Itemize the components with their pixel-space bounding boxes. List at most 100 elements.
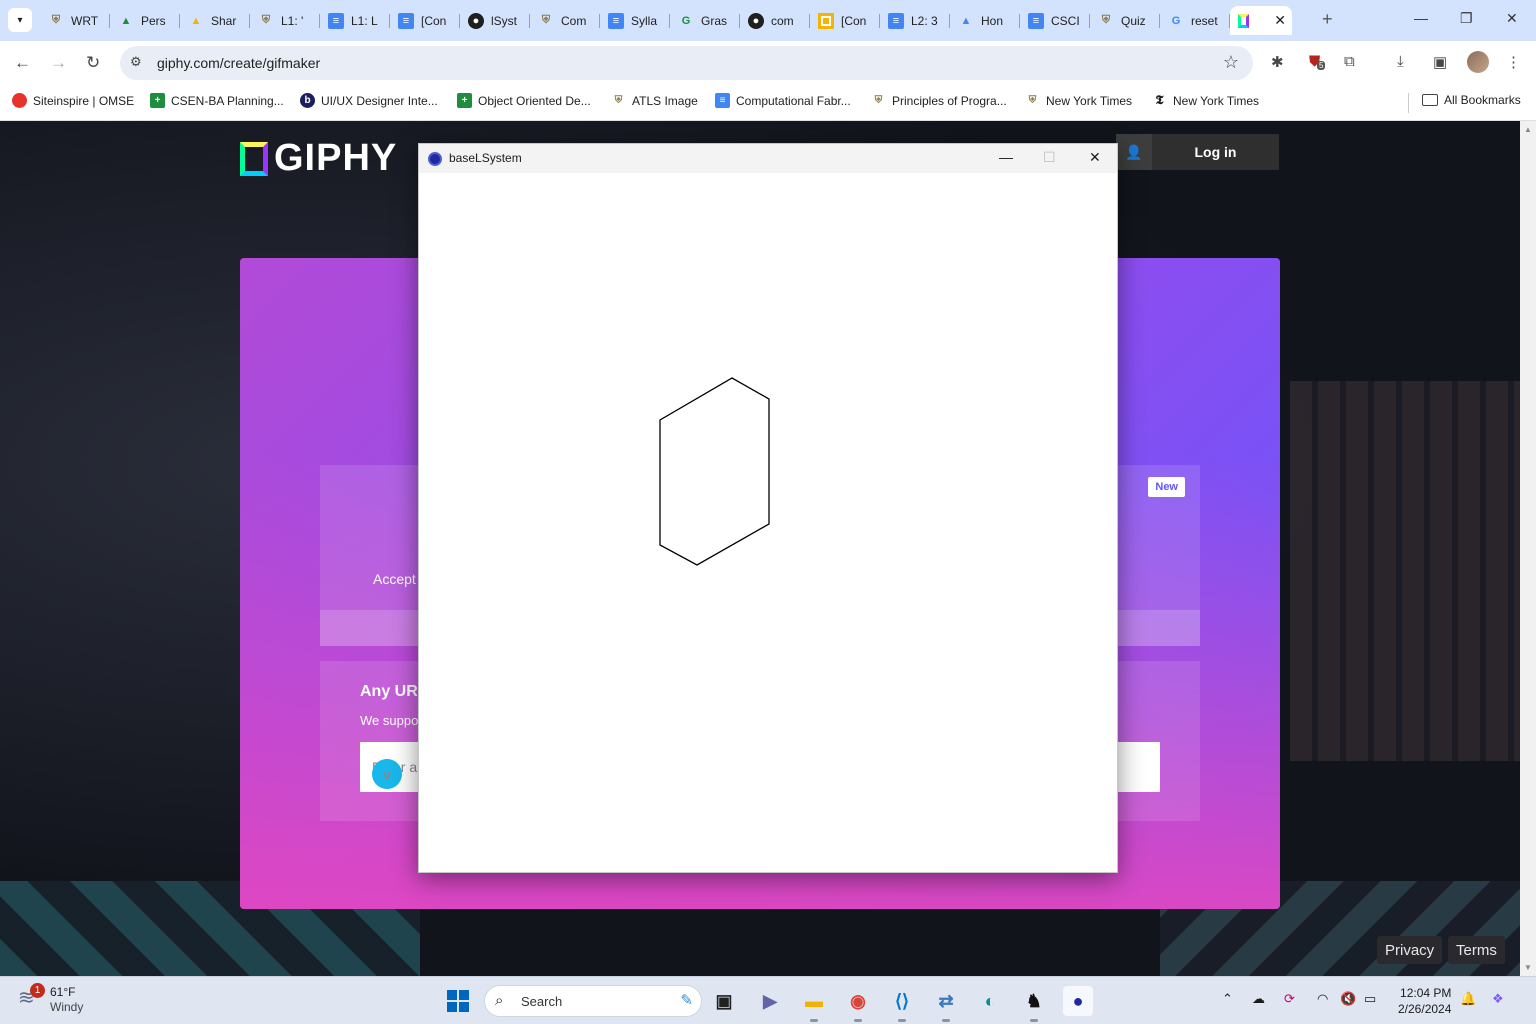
close-tab-icon[interactable]: ✕ bbox=[1274, 12, 1286, 29]
processing-ide-icon[interactable]: ⇄ bbox=[931, 986, 961, 1022]
browser-tab[interactable]: ● com bbox=[740, 6, 810, 35]
bookmark-item[interactable]: ⛨ New York Times bbox=[1025, 93, 1132, 108]
cu-icon: ⛨ bbox=[1101, 14, 1111, 26]
browser-tab[interactable]: ▲ Pers bbox=[110, 6, 180, 35]
rhino-icon[interactable]: ♞ bbox=[1019, 986, 1049, 1022]
cu-icon: ⛨ bbox=[614, 95, 623, 106]
browser-tab[interactable]: ⛨ L1: ' bbox=[250, 6, 320, 35]
close-window-icon[interactable]: ✕ bbox=[1506, 10, 1518, 27]
new-tab-icon[interactable]: + bbox=[1322, 9, 1333, 30]
background-art bbox=[1290, 381, 1520, 761]
bookmark-item[interactable]: 𝕿 New York Times bbox=[1152, 93, 1260, 108]
sheets-icon: + bbox=[150, 93, 165, 108]
battery-icon[interactable]: ▭ bbox=[1364, 991, 1376, 1007]
browser-tab[interactable]: ≡ L1: L bbox=[320, 6, 390, 35]
system-clock[interactable]: 12:04 PM 2/26/2024 bbox=[1398, 985, 1451, 1017]
bookmarks-bar: Siteinspire | OMSE + CSEN-BA Planning... … bbox=[0, 85, 1536, 121]
show-hidden-icons[interactable]: ⌃ bbox=[1222, 991, 1233, 1007]
profile-avatar[interactable] bbox=[1467, 51, 1489, 73]
cu-icon: ⛨ bbox=[541, 14, 551, 26]
browser-tab[interactable]: ▲ Shar bbox=[180, 6, 250, 35]
extensions-puzzle-icon[interactable]: ⧉ bbox=[1344, 53, 1355, 70]
sketch-canvas[interactable] bbox=[419, 173, 1117, 872]
volume-muted-icon[interactable]: 🔇 bbox=[1340, 991, 1356, 1007]
scroll-up-icon[interactable]: ▲ bbox=[1524, 125, 1532, 134]
processing-sketch-icon[interactable]: ● bbox=[1063, 986, 1093, 1016]
window-titlebar[interactable]: baseLSystem — ☐ ✕ bbox=[419, 144, 1117, 173]
forward-icon[interactable]: → bbox=[50, 53, 67, 73]
extension-shield-icon[interactable]: ⛊ 5 bbox=[1309, 53, 1326, 70]
bookmark-item[interactable]: ⛨ ATLS Image bbox=[611, 93, 698, 108]
giphy-logo[interactable]: GIPHY bbox=[240, 137, 397, 180]
browser-tab[interactable]: ▲ Hon bbox=[950, 6, 1020, 35]
teams-icon[interactable]: ▶ bbox=[755, 986, 785, 1016]
bookmark-item[interactable]: ⛨ Principles of Progra... bbox=[871, 93, 1007, 108]
vscode-icon[interactable]: ⟨⟩ bbox=[887, 986, 917, 1022]
minimize-icon[interactable]: — bbox=[999, 149, 1013, 165]
notification-bell-icon[interactable]: 🔔 bbox=[1460, 991, 1476, 1007]
site-info-icon[interactable]: ⚙ bbox=[130, 54, 142, 70]
back-icon[interactable]: ← bbox=[14, 53, 31, 73]
bookmark-item[interactable]: + CSEN-BA Planning... bbox=[150, 93, 284, 108]
bookmark-item[interactable]: + Object Oriented De... bbox=[457, 93, 591, 108]
copilot-icon[interactable]: ❖ bbox=[1492, 991, 1504, 1007]
browser-tab[interactable]: ● lSyst bbox=[460, 6, 530, 35]
scroll-down-icon[interactable]: ▼ bbox=[1524, 963, 1532, 972]
page-scrollbar[interactable]: ▲ ▼ bbox=[1520, 121, 1536, 976]
url-heading: Any UR bbox=[360, 683, 418, 700]
login-button[interactable]: 👤 Log in bbox=[1116, 134, 1279, 170]
tab-label: [Con bbox=[841, 13, 867, 28]
tab-label: Pers bbox=[141, 13, 166, 28]
browser-tab[interactable]: ⛨ Quiz bbox=[1090, 6, 1160, 35]
bookmark-item[interactable]: b UI/UX Designer Inte... bbox=[300, 93, 438, 108]
browser-tab[interactable]: ≡ Sylla bbox=[600, 6, 670, 35]
task-view-icon[interactable]: ▣ bbox=[709, 986, 739, 1016]
tab-label: L1: ' bbox=[281, 13, 304, 28]
start-button[interactable] bbox=[447, 990, 469, 1012]
onedrive-icon[interactable]: ☁ bbox=[1252, 991, 1265, 1007]
side-panel-icon[interactable]: ▣ bbox=[1433, 53, 1447, 71]
minimize-icon[interactable]: — bbox=[1414, 10, 1428, 26]
wifi-icon[interactable]: ◠ bbox=[1317, 991, 1328, 1007]
browser-toolbar: ← → ↻ ⚙ giphy.com/create/gifmaker ☆ ✱ ⛊ 5… bbox=[0, 41, 1536, 85]
terms-link[interactable]: Terms bbox=[1448, 936, 1505, 964]
browser-tab[interactable]: G Gras bbox=[670, 6, 740, 35]
browser-tab[interactable]: ⛨ Com bbox=[530, 6, 600, 35]
tab-search-chevron-icon[interactable]: ▾ bbox=[8, 8, 32, 32]
github-icon: ● bbox=[748, 12, 764, 29]
tab-label: reset bbox=[1191, 13, 1218, 28]
close-window-icon[interactable]: ✕ bbox=[1089, 149, 1101, 166]
privacy-link[interactable]: Privacy bbox=[1377, 936, 1443, 964]
browser-tab[interactable]: ≡ [Con bbox=[390, 6, 460, 35]
chrome-icon[interactable]: ◉ bbox=[843, 986, 873, 1022]
url-text[interactable]: giphy.com/create/gifmaker bbox=[157, 55, 320, 71]
sync-icon[interactable]: ⟳ bbox=[1284, 991, 1295, 1007]
file-explorer-icon[interactable]: ▬ bbox=[799, 986, 829, 1022]
weather-widget[interactable]: ≋ 1 61°F Windy bbox=[18, 983, 83, 1015]
restore-icon[interactable]: ❐ bbox=[1460, 10, 1473, 27]
browser-tab[interactable]: [Con bbox=[810, 6, 880, 35]
tab-label: L1: L bbox=[351, 13, 378, 28]
browser-tab[interactable]: ≡ L2: 3 bbox=[880, 6, 950, 35]
bookmark-item[interactable]: Siteinspire | OMSE bbox=[12, 93, 134, 108]
tab-label: Hon bbox=[981, 13, 1004, 28]
extension-bug-icon[interactable]: ✱ bbox=[1271, 53, 1284, 71]
search-highlight-icon: ✎ bbox=[680, 992, 693, 1009]
maximize-icon[interactable]: ☐ bbox=[1043, 149, 1056, 166]
address-bar[interactable]: ⚙ giphy.com/create/gifmaker ☆ bbox=[120, 46, 1253, 80]
menu-kebab-icon[interactable]: ⋮ bbox=[1506, 53, 1521, 71]
bookmark-star-icon[interactable]: ☆ bbox=[1223, 52, 1239, 73]
b-icon: b bbox=[300, 93, 315, 108]
bookmark-item[interactable]: ≡ Computational Fabr... bbox=[715, 93, 851, 108]
giphy-logo-icon bbox=[240, 141, 268, 176]
baselsystem-window: baseLSystem — ☐ ✕ bbox=[418, 143, 1118, 873]
all-bookmarks[interactable]: All Bookmarks bbox=[1422, 93, 1521, 107]
edge-icon[interactable]: ◐ bbox=[975, 986, 1005, 1016]
taskbar-search[interactable]: ⌕ Search ✎ bbox=[484, 985, 702, 1017]
browser-tab-active[interactable]: ✕ bbox=[1230, 6, 1292, 35]
reload-icon[interactable]: ↻ bbox=[86, 53, 100, 73]
downloads-icon[interactable]: ⤓ bbox=[1397, 53, 1404, 70]
browser-tab[interactable]: ⛨ WRT bbox=[40, 6, 110, 35]
browser-tab[interactable]: Greset bbox=[1160, 6, 1230, 35]
browser-tab[interactable]: ≡ CSCI bbox=[1020, 6, 1090, 35]
